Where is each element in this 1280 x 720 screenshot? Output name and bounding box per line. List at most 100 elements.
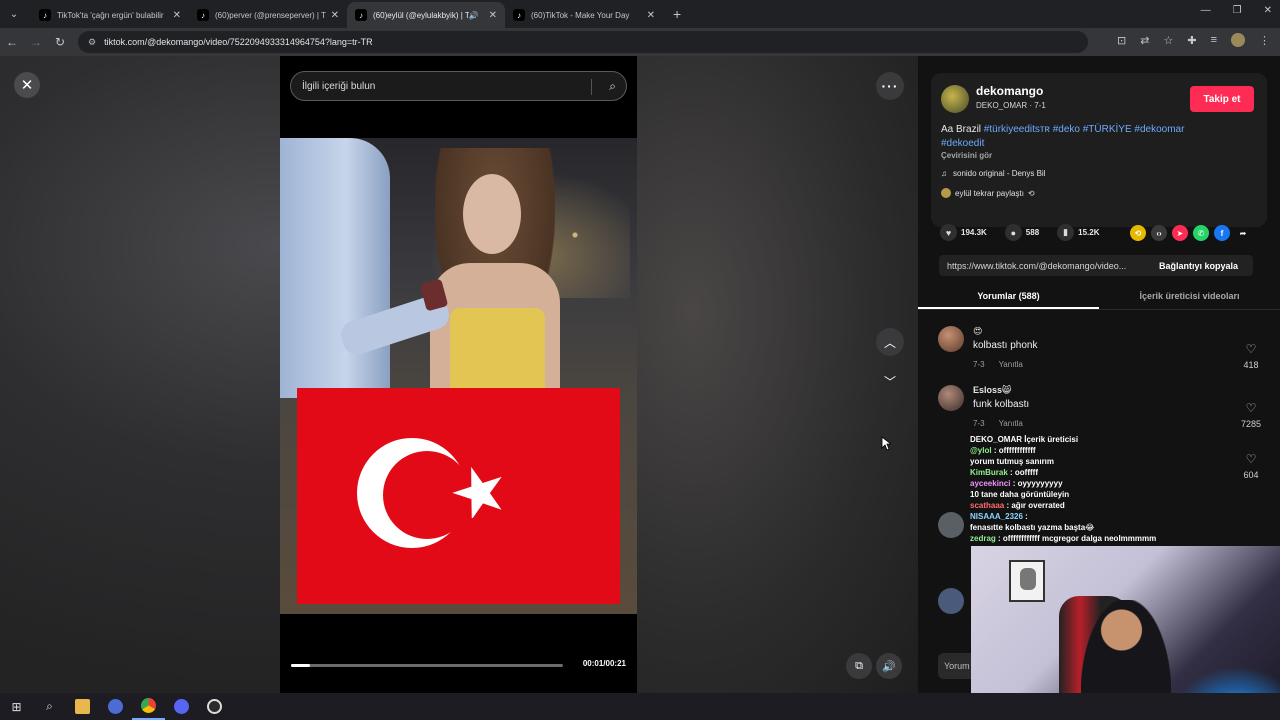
folder-icon bbox=[75, 699, 90, 714]
video-progress-bar[interactable] bbox=[291, 664, 563, 667]
site-settings-icon[interactable]: ⚙ bbox=[88, 37, 96, 48]
toolbar-icons: ⊡ ⇄ ☆ ✚ ≡ ⋮ bbox=[1117, 33, 1270, 47]
more-options-button[interactable]: ··· bbox=[876, 72, 904, 100]
obs-icon bbox=[207, 699, 222, 714]
back-arrow-icon[interactable]: ← bbox=[0, 35, 24, 49]
like-stat[interactable]: ♥ 194.3K bbox=[940, 224, 987, 241]
music-link[interactable]: ♫ sonido original - Denys Bil bbox=[941, 169, 1046, 178]
tab-comments[interactable]: Yorumlar (588) bbox=[918, 286, 1099, 309]
reload-icon[interactable]: ↻ bbox=[48, 35, 72, 49]
hashtag-link[interactable]: #dekoedit bbox=[941, 138, 984, 149]
windows-taskbar: ⊞ ⌕ bbox=[0, 693, 1280, 720]
chat-username: scathaaa bbox=[970, 501, 1005, 510]
chrome-taskbar-button[interactable] bbox=[132, 693, 165, 720]
volume-button[interactable]: 🔊 bbox=[876, 653, 902, 679]
tiktok-favicon-icon: ♪ bbox=[355, 9, 367, 21]
follow-button[interactable]: Takip et bbox=[1190, 86, 1254, 112]
facebook-icon[interactable]: f bbox=[1214, 225, 1230, 241]
chat-username: zedrag bbox=[970, 534, 996, 543]
send-to-friends-icon[interactable]: ➤ bbox=[1172, 225, 1188, 241]
author-username[interactable]: dekomango bbox=[976, 84, 1043, 98]
close-tab-icon[interactable]: ✕ bbox=[489, 10, 497, 21]
chat-text: : oofffff bbox=[1007, 468, 1038, 477]
copy-link-button[interactable]: Bağlantıyı kopyala bbox=[1159, 261, 1238, 271]
chat-username: KimBurak bbox=[970, 468, 1008, 477]
commenter-name[interactable]: Esloss😸 bbox=[973, 385, 1011, 396]
repost-share-icon[interactable]: ⟲ bbox=[1130, 225, 1146, 241]
yellow-top-image bbox=[450, 308, 545, 398]
comment-stat[interactable]: ● 588 bbox=[1004, 224, 1039, 241]
share-link-box: https://www.tiktok.com/@dekomango/video.… bbox=[939, 255, 1253, 276]
close-tab-icon[interactable]: ✕ bbox=[173, 10, 181, 21]
chat-text: : offffffffffff mcgregor dalga neolmmmmm bbox=[995, 534, 1157, 543]
engagement-stats: ♥ 194.3K ● 588 ▮ 15.2K bbox=[940, 224, 1110, 241]
commenter-avatar[interactable] bbox=[938, 326, 964, 352]
share-url: https://www.tiktok.com/@dekomango/video.… bbox=[947, 260, 1127, 271]
bookmark-star-icon[interactable]: ☆ bbox=[1163, 34, 1173, 47]
commenter-avatar[interactable] bbox=[938, 588, 964, 614]
commenter-avatar[interactable] bbox=[938, 512, 964, 538]
previous-video-button[interactable]: ︿ bbox=[876, 328, 904, 356]
obs-taskbar-button[interactable] bbox=[198, 693, 231, 720]
start-button[interactable]: ⊞ bbox=[0, 693, 33, 720]
taskbar-app-1[interactable] bbox=[99, 693, 132, 720]
extensions-puzzle-icon[interactable]: ✚ bbox=[1187, 34, 1196, 47]
comment-like-button[interactable]: ♡ 418 bbox=[1236, 342, 1266, 370]
see-translation-link[interactable]: Çevirisini gör bbox=[941, 151, 992, 160]
embed-code-icon[interactable]: ‹› bbox=[1151, 225, 1167, 241]
chat-message: fenasıtte kolbastı yazma başta😂 bbox=[970, 522, 1270, 533]
browser-tab-3[interactable]: ♪ (60)eylül (@eylulakbyik) | T 🔊 ✕ bbox=[347, 2, 505, 28]
heart-outline-icon: ♡ bbox=[1245, 342, 1257, 356]
address-bar[interactable]: ⚙ tiktok.com/@dekomango/video/7522094933… bbox=[78, 31, 1088, 53]
floating-player-button[interactable]: ⧉ bbox=[846, 653, 872, 679]
close-tab-icon[interactable]: ✕ bbox=[647, 10, 655, 21]
author-avatar[interactable] bbox=[941, 85, 969, 113]
speaker-icon[interactable]: 🔊 bbox=[469, 11, 479, 20]
share-arrow-icon[interactable]: ➦ bbox=[1235, 225, 1251, 241]
hashtag-links[interactable]: #türkiyeeditsᴛʀ #deko #TÜRKİYE #dekoomar bbox=[984, 124, 1185, 135]
video-player[interactable]: İlgili içeriği bulun ⌕ 00:01/00:21 bbox=[280, 56, 637, 693]
search-icon[interactable]: ⌕ bbox=[609, 79, 616, 94]
save-stat[interactable]: ▮ 15.2K bbox=[1057, 224, 1100, 241]
close-video-button[interactable]: ✕ bbox=[14, 72, 40, 98]
translate-icon[interactable]: ⇄ bbox=[1140, 34, 1149, 47]
reply-link[interactable]: Yanıtla bbox=[999, 360, 1023, 369]
reading-list-icon[interactable]: ≡ bbox=[1211, 34, 1217, 46]
search-button[interactable]: ⌕ bbox=[33, 693, 66, 720]
close-tab-icon[interactable]: ✕ bbox=[331, 10, 339, 21]
whatsapp-icon[interactable]: ✆ bbox=[1193, 225, 1209, 241]
repost-icon: ⟲ bbox=[1027, 188, 1035, 198]
comment-like-button[interactable]: ♡ 7285 bbox=[1236, 401, 1266, 429]
minimize-icon[interactable]: — bbox=[1201, 5, 1211, 16]
discord-taskbar-button[interactable] bbox=[165, 693, 198, 720]
restore-icon[interactable]: ❐ bbox=[1233, 5, 1242, 16]
forward-arrow-icon[interactable]: → bbox=[24, 35, 48, 49]
heart-icon: ♥ bbox=[940, 224, 957, 241]
commenter-name[interactable]: 😍 bbox=[973, 326, 982, 337]
tiktok-favicon-icon: ♪ bbox=[513, 9, 525, 21]
related-search-input[interactable]: İlgili içeriği bulun ⌕ bbox=[290, 71, 627, 101]
install-app-icon[interactable]: ⊡ bbox=[1117, 34, 1126, 47]
video-description: Aa Brazil #türkiyeeditsᴛʀ #deko #TÜRKİYE… bbox=[941, 123, 1261, 151]
bookmark-icon: ▮ bbox=[1057, 224, 1075, 241]
progress-fill bbox=[291, 664, 311, 667]
chrome-menu-icon[interactable]: ⋮ bbox=[1259, 34, 1270, 47]
browser-tab-2[interactable]: ♪ (60)perver (@prenseperver) | T ✕ bbox=[189, 2, 347, 28]
tab-search-icon[interactable]: ⌄ bbox=[3, 3, 25, 25]
browser-tab-4[interactable]: ♪ (60)TikTok - Make Your Day ✕ bbox=[505, 2, 663, 28]
chat-text: : offffffffffff bbox=[991, 446, 1036, 455]
next-video-button[interactable]: ﹀ bbox=[876, 367, 904, 395]
heart-outline-icon: ♡ bbox=[1245, 401, 1257, 415]
file-explorer-button[interactable] bbox=[66, 693, 99, 720]
reply-link[interactable]: Yanıtla bbox=[999, 419, 1023, 428]
profile-avatar-icon[interactable] bbox=[1231, 33, 1245, 47]
pip-icon: ⧉ bbox=[855, 659, 863, 672]
browser-tab-1[interactable]: ♪ TikTok'ta 'çağrı ergün' bulabilir ✕ bbox=[31, 2, 189, 28]
panel-tabs: Yorumlar (588) İçerik üreticisi videolar… bbox=[918, 286, 1280, 310]
chat-message: yorum tutmuş sanırım bbox=[970, 456, 1270, 467]
commenter-avatar[interactable] bbox=[938, 385, 964, 411]
turkish-flag-image bbox=[297, 388, 620, 604]
close-window-icon[interactable]: ✕ bbox=[1264, 5, 1272, 16]
tab-creator-videos[interactable]: İçerik üreticisi videoları bbox=[1099, 286, 1280, 309]
new-tab-plus-icon[interactable]: + bbox=[673, 6, 681, 22]
